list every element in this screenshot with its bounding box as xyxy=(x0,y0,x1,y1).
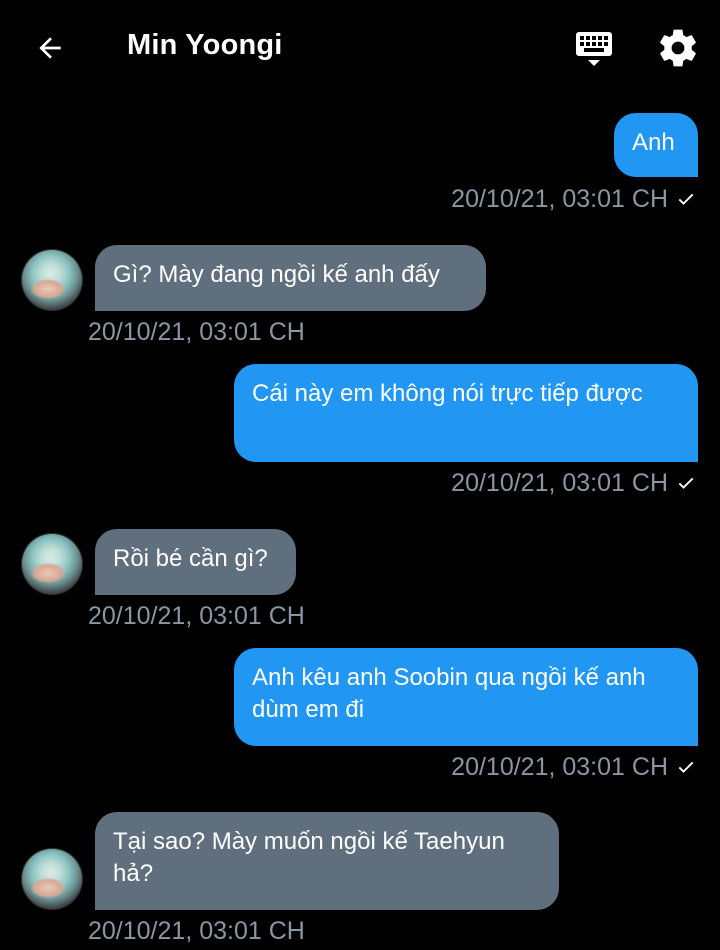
message-timestamp: 20/10/21, 03:01 CH xyxy=(88,602,305,630)
message-timestamp: 20/10/21, 03:01 CH xyxy=(451,753,696,782)
contact-avatar[interactable] xyxy=(21,249,83,311)
back-button[interactable] xyxy=(28,26,72,70)
gear-icon xyxy=(660,29,696,67)
message-timestamp: 20/10/21, 03:01 CH xyxy=(88,318,305,346)
contact-name: Min Yoongi xyxy=(127,29,283,61)
incoming-message[interactable]: Rồi bé cần gì? xyxy=(95,529,296,595)
contact-avatar[interactable] xyxy=(21,848,83,910)
message-timestamp: 20/10/21, 03:01 CH xyxy=(451,469,696,498)
message-text: Rồi bé cần gì? xyxy=(113,545,268,572)
keyboard-icon xyxy=(576,32,612,66)
outgoing-message[interactable]: Anh kêu anh Soobin qua ngồi kế anh dùm e… xyxy=(234,648,698,746)
message-text: Tại sao? Mày muốn ngồi kế Taehyun hả? xyxy=(113,828,505,887)
contact-avatar[interactable] xyxy=(21,533,83,595)
message-text: Anh xyxy=(632,129,675,156)
message-timestamp: 20/10/21, 03:01 CH xyxy=(88,917,305,945)
message-timestamp: 20/10/21, 03:01 CH xyxy=(451,185,696,214)
check-icon xyxy=(678,761,694,773)
message-text: Anh kêu anh Soobin qua ngồi kế anh dùm e… xyxy=(252,664,646,723)
check-icon xyxy=(678,477,694,489)
incoming-message[interactable]: Tại sao? Mày muốn ngồi kế Taehyun hả? xyxy=(95,812,559,910)
chat-header: Min Yoongi xyxy=(0,0,720,98)
message-text: Cái này em không nói trực tiếp được xyxy=(252,380,643,407)
message-text: Gì? Mày đang ngồi kế anh đấy xyxy=(113,261,440,288)
incoming-message[interactable]: Gì? Mày đang ngồi kế anh đấy xyxy=(95,245,486,311)
outgoing-message[interactable]: Anh xyxy=(614,113,698,177)
arrow-left-icon xyxy=(39,37,61,59)
keyboard-button[interactable] xyxy=(572,28,616,72)
settings-button[interactable] xyxy=(656,26,700,70)
check-icon xyxy=(678,193,694,205)
outgoing-message[interactable]: Cái này em không nói trực tiếp được xyxy=(234,364,698,462)
